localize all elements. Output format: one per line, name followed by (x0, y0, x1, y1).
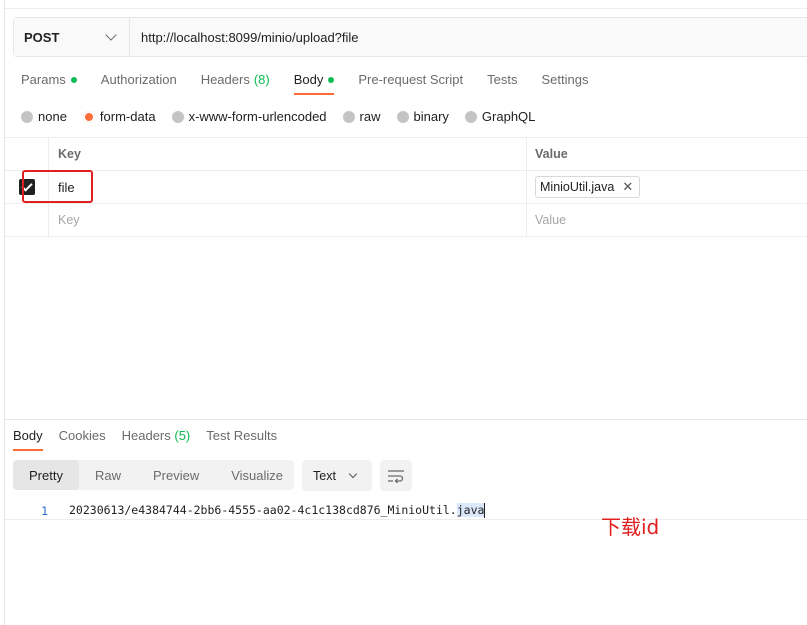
tab-params[interactable]: Params (21, 72, 77, 87)
radio-label: raw (359, 109, 381, 124)
body-type-radio-group: none form-data x-www-form-urlencoded raw… (21, 109, 551, 124)
url-input[interactable]: http://localhost:8099/minio/upload?file (130, 18, 807, 56)
tab-pre-request-script[interactable]: Pre-request Script (358, 72, 463, 87)
chevron-down-icon (348, 469, 358, 478)
body-type-binary[interactable]: binary (396, 109, 449, 124)
view-visualize-button[interactable]: Visualize (215, 460, 299, 490)
response-text-selected: java (456, 503, 485, 517)
new-row: Key Value (5, 204, 807, 237)
radio-label: binary (413, 109, 449, 124)
form-data-table: Key Value file MinioUtil.java ✕ Key Valu… (5, 137, 807, 237)
view-mode-group: Pretty Raw Preview Visualize (13, 460, 294, 490)
tab-label: Body (293, 72, 324, 87)
header-checkbox-cell (5, 138, 49, 170)
table-row: file MinioUtil.java ✕ (5, 171, 807, 204)
radio-button[interactable] (396, 110, 409, 123)
row-checkbox-cell (5, 204, 49, 236)
response-tabs: Body Cookies Headers (5) Test Results (13, 428, 293, 451)
tab-authorization[interactable]: Authorization (101, 72, 177, 87)
radio-label: form-data (99, 109, 156, 124)
body-type-raw[interactable]: raw (342, 109, 381, 124)
format-select[interactable]: Text (302, 460, 372, 491)
tab-label: Pre-request Script (358, 72, 464, 87)
radio-label: none (38, 109, 67, 124)
request-bar: POST http://localhost:8099/minio/upload?… (13, 17, 807, 57)
annotation-highlight-box (22, 170, 93, 203)
tab-label: Cookies (58, 428, 106, 443)
column-header-key: Key (49, 138, 527, 170)
response-text-main: 20230613/e4384744-2bb6-4555-aa02-4c1c138… (69, 503, 457, 517)
tab-label: Body (13, 428, 43, 443)
request-tabs: Params Authorization Headers (8) Body Pr… (21, 72, 612, 95)
method-label: POST (24, 29, 60, 45)
view-preview-button[interactable]: Preview (137, 460, 215, 490)
file-chip[interactable]: MinioUtil.java ✕ (535, 176, 641, 198)
tab-label: Test Results (206, 428, 278, 443)
radio-label: GraphQL (481, 109, 536, 124)
response-tab-cookies[interactable]: Cookies (59, 428, 106, 443)
tab-label: Tests (487, 72, 518, 87)
close-icon[interactable]: ✕ (622, 179, 633, 195)
view-raw-button[interactable]: Raw (79, 460, 137, 490)
column-header-value: Value (535, 147, 568, 161)
top-divider (5, 8, 807, 9)
radio-button[interactable] (21, 110, 33, 123)
tab-settings[interactable]: Settings (541, 72, 588, 87)
tab-label: Authorization (100, 72, 177, 87)
wrap-lines-button[interactable] (380, 460, 412, 491)
text-cursor (484, 503, 486, 518)
response-text[interactable]: 20230613/e4384744-2bb6-4555-aa02-4c1c138… (69, 503, 486, 518)
radio-button[interactable] (464, 110, 477, 123)
file-name: MinioUtil.java (540, 180, 615, 194)
response-tab-body[interactable]: Body (13, 428, 43, 451)
tab-label: Params (21, 72, 66, 87)
tab-label: Headers (200, 72, 250, 87)
tab-tests[interactable]: Tests (487, 72, 517, 87)
response-divider[interactable] (5, 419, 807, 420)
body-type-graphql[interactable]: GraphQL (464, 109, 536, 124)
tab-headers[interactable]: Headers (8) (201, 72, 270, 87)
radio-button-selected[interactable] (82, 110, 95, 123)
tab-label: Settings (541, 72, 589, 87)
wrap-lines-icon (388, 469, 404, 483)
new-key-input[interactable]: Key (49, 204, 527, 236)
tab-body[interactable]: Body (293, 72, 335, 95)
table-header-row: Key Value (5, 138, 807, 171)
new-value-input[interactable]: Value (527, 204, 807, 236)
left-panel-edge (0, 0, 5, 625)
params-indicator-dot (70, 76, 77, 83)
body-type-urlencoded[interactable]: x-www-form-urlencoded (171, 109, 327, 124)
body-type-form-data[interactable]: form-data (82, 109, 156, 124)
headers-count: (8) (253, 72, 270, 87)
key-input[interactable]: file (49, 171, 527, 203)
method-select[interactable]: POST (14, 18, 130, 56)
body-type-none[interactable]: none (21, 109, 67, 124)
value-cell: MinioUtil.java ✕ (527, 171, 807, 203)
response-tab-headers[interactable]: Headers (5) (122, 428, 191, 443)
radio-button[interactable] (342, 110, 355, 123)
response-tab-test-results[interactable]: Test Results (206, 428, 277, 443)
response-body-editor[interactable]: 1 20230613/e4384744-2bb6-4555-aa02-4c1c1… (5, 502, 807, 520)
line-number: 1 (41, 503, 48, 518)
format-label: Text (313, 468, 336, 483)
tab-label: Headers (121, 428, 171, 443)
body-indicator-dot (328, 76, 335, 83)
radio-button[interactable] (171, 110, 184, 123)
chevron-down-icon (105, 29, 117, 41)
radio-label: x-www-form-urlencoded (188, 109, 327, 124)
annotation-label: 下载id (601, 515, 660, 539)
response-headers-count: (5) (174, 428, 191, 443)
view-pretty-button[interactable]: Pretty (13, 460, 79, 490)
